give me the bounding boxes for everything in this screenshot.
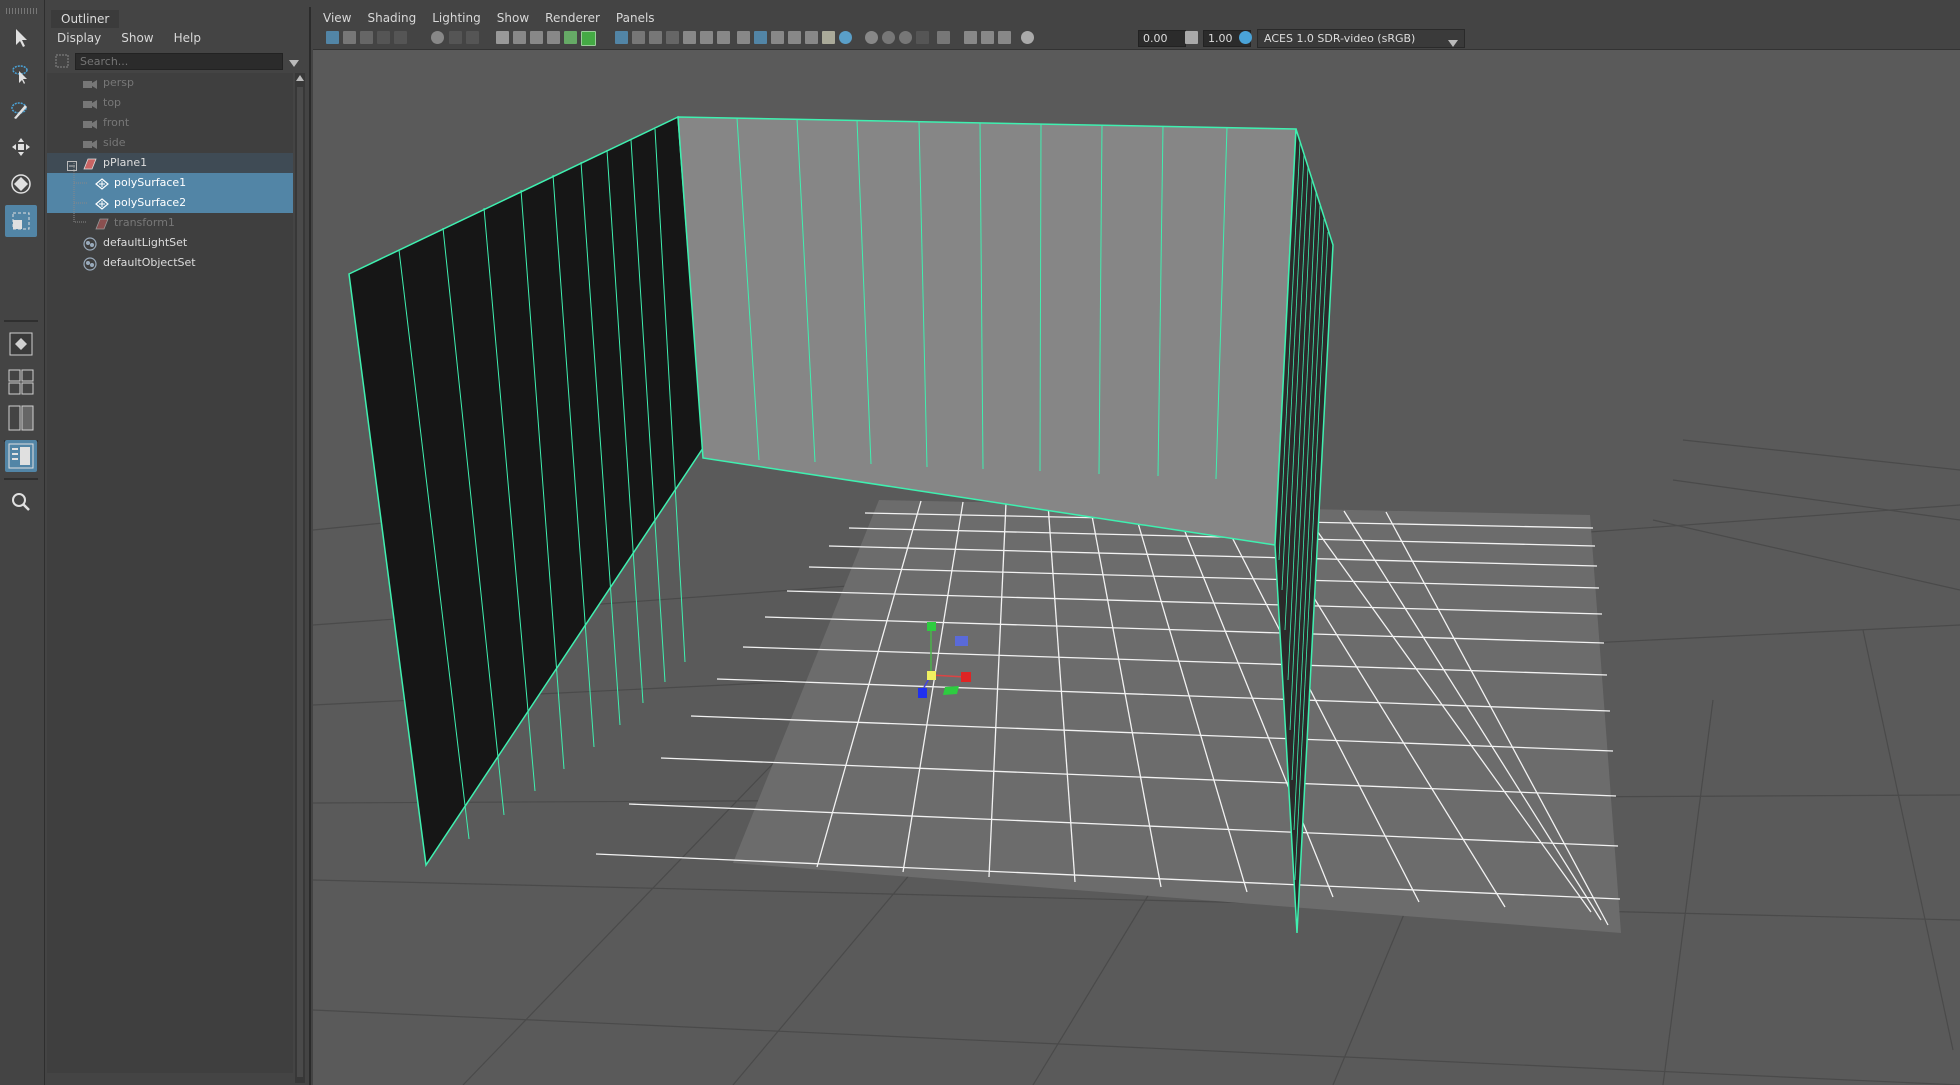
y-axis-handle[interactable] bbox=[927, 622, 936, 631]
3d-scene[interactable]: Y bbox=[313, 50, 1960, 1085]
frame-all-icon[interactable] bbox=[683, 31, 696, 44]
wireframe-on-shaded-icon[interactable] bbox=[788, 31, 801, 44]
outliner-layout-icon[interactable] bbox=[5, 440, 37, 472]
tree-item-defaultobjectset[interactable]: defaultObjectSet bbox=[47, 253, 293, 273]
smooth-shade-icon[interactable] bbox=[754, 31, 767, 44]
anti-aliasing-icon[interactable] bbox=[899, 31, 912, 44]
isolate-view-icon[interactable] bbox=[937, 31, 950, 44]
view-transform-dropdown[interactable]: ACES 1.0 SDR-video (sRGB) bbox=[1257, 29, 1465, 48]
lasso-tool-icon[interactable] bbox=[5, 58, 37, 90]
xz-plane-handle[interactable] bbox=[943, 686, 959, 695]
search-icon[interactable] bbox=[5, 486, 37, 518]
tool-box bbox=[0, 0, 45, 1085]
back-wall-mesh bbox=[677, 116, 1297, 546]
set-icon bbox=[83, 257, 97, 271]
floor-plane bbox=[595, 500, 1621, 933]
object-display-icon[interactable] bbox=[981, 31, 994, 44]
camera-view-icon[interactable] bbox=[496, 31, 509, 44]
yz-plane-handle[interactable] bbox=[955, 636, 968, 646]
film-gate-icon[interactable] bbox=[513, 31, 526, 44]
outliner-menu-bar: Display Show Help bbox=[47, 28, 309, 48]
toolbox-grip[interactable] bbox=[6, 8, 38, 14]
view-transform-value: ACES 1.0 SDR-video (sRGB) bbox=[1264, 32, 1416, 45]
shadows-icon[interactable] bbox=[839, 31, 852, 44]
frame-selection-icon[interactable] bbox=[700, 31, 713, 44]
outliner-panel: Outliner Display Show Help persp top fro… bbox=[47, 7, 311, 1085]
xray-joints-icon[interactable] bbox=[666, 31, 679, 44]
panel-toolbar: 0.00 1.00 ACES 1.0 SDR-video (sRGB) bbox=[313, 27, 1960, 50]
screen-space-ao-icon[interactable] bbox=[865, 31, 878, 44]
xray-active-components-icon[interactable] bbox=[964, 31, 977, 44]
isolate-select-icon[interactable] bbox=[717, 31, 730, 44]
camera-lock-icon[interactable] bbox=[449, 31, 462, 44]
xray-icon[interactable] bbox=[649, 31, 662, 44]
resolution-gate-icon[interactable] bbox=[530, 31, 543, 44]
search-row bbox=[47, 51, 309, 71]
paint-select-tool-icon[interactable] bbox=[5, 94, 37, 126]
menu-display[interactable]: Display bbox=[47, 28, 111, 48]
set-icon bbox=[83, 237, 97, 251]
perspective-viewport[interactable]: View Shading Lighting Show Renderer Pane… bbox=[313, 7, 1960, 1085]
exposure-field[interactable]: 0.00 bbox=[1138, 30, 1186, 47]
field-chart-icon[interactable] bbox=[564, 31, 577, 44]
scale-tool-icon[interactable] bbox=[5, 205, 37, 237]
bookmark-icon[interactable] bbox=[360, 31, 373, 44]
wireframe-icon[interactable] bbox=[737, 31, 750, 44]
select-tool-icon[interactable] bbox=[5, 22, 37, 54]
outliner-tree: persp top front side pPlane1 polySurface… bbox=[47, 73, 293, 1073]
toolbox-divider bbox=[4, 478, 38, 480]
two-pane-layout-icon[interactable] bbox=[5, 402, 37, 434]
left-wall-mesh bbox=[348, 115, 704, 868]
scrollbar-thumb[interactable] bbox=[297, 87, 303, 1077]
menu-view[interactable]: View bbox=[313, 7, 359, 27]
menu-show[interactable]: Show bbox=[111, 28, 163, 48]
use-all-lights-icon[interactable] bbox=[822, 31, 835, 44]
menu-panels[interactable]: Panels bbox=[608, 7, 663, 27]
outliner-tab[interactable]: Outliner bbox=[51, 10, 120, 28]
textured-icon[interactable] bbox=[805, 31, 818, 44]
image-plane-icon[interactable] bbox=[377, 31, 390, 44]
search-input[interactable] bbox=[75, 53, 283, 70]
select-camera-icon[interactable] bbox=[326, 31, 339, 44]
filter-icon[interactable] bbox=[55, 54, 69, 71]
four-view-layout-icon[interactable] bbox=[5, 366, 37, 398]
center-handle[interactable] bbox=[927, 671, 936, 680]
playback-icon[interactable] bbox=[466, 31, 479, 44]
single-perspective-layout-icon[interactable] bbox=[5, 328, 37, 360]
rotate-tool-icon[interactable] bbox=[5, 168, 37, 200]
motion-blur-icon[interactable] bbox=[882, 31, 895, 44]
hud-icon[interactable] bbox=[632, 31, 645, 44]
safe-action-icon[interactable] bbox=[581, 31, 596, 46]
gamma-icon[interactable] bbox=[1185, 31, 1198, 44]
outliner-scrollbar[interactable] bbox=[295, 73, 305, 1083]
gate-mask-icon[interactable] bbox=[547, 31, 560, 44]
2d-pan-zoom-icon[interactable] bbox=[394, 31, 407, 44]
menu-help[interactable]: Help bbox=[164, 28, 211, 48]
component-display-icon[interactable] bbox=[998, 31, 1011, 44]
toolbox-divider bbox=[4, 320, 38, 322]
depth-of-field-icon[interactable] bbox=[916, 31, 929, 44]
move-tool-icon[interactable] bbox=[5, 131, 37, 163]
tree-connector-lines bbox=[73, 163, 87, 223]
camera-attributes-icon[interactable] bbox=[343, 31, 356, 44]
viewport-menu-bar: View Shading Lighting Show Renderer Pane… bbox=[313, 7, 1960, 27]
default-material-icon[interactable] bbox=[771, 31, 784, 44]
menu-shading[interactable]: Shading bbox=[359, 7, 424, 27]
z-axis-handle[interactable] bbox=[918, 688, 927, 698]
tree-item-defaultlightset[interactable]: defaultLightSet bbox=[47, 233, 293, 253]
grease-pencil-icon[interactable] bbox=[431, 31, 444, 44]
menu-lighting[interactable]: Lighting bbox=[424, 7, 489, 27]
grid-toggle-icon[interactable] bbox=[615, 31, 628, 44]
exposure-icon[interactable] bbox=[1021, 31, 1034, 44]
search-dropdown-icon[interactable] bbox=[289, 57, 299, 71]
x-axis-handle[interactable] bbox=[961, 672, 971, 682]
menu-show[interactable]: Show bbox=[489, 7, 537, 27]
menu-renderer[interactable]: Renderer bbox=[537, 7, 608, 27]
color-management-icon[interactable] bbox=[1239, 31, 1252, 44]
